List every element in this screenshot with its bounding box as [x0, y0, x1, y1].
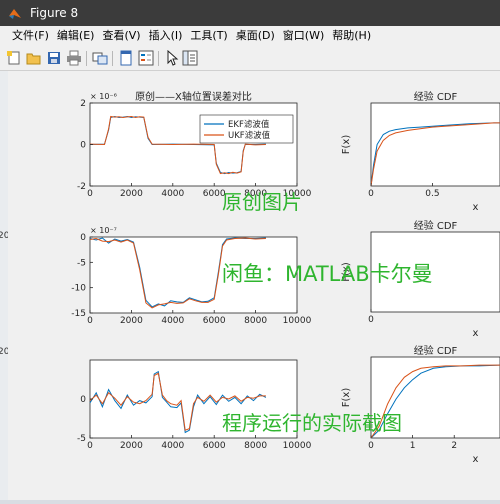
- cdf-plot-2-xtick-label: 0: [368, 315, 374, 325]
- z-error-plot-xtick-label: 4000: [161, 441, 184, 451]
- menu-desktop[interactable]: 桌面(D): [232, 26, 279, 46]
- toolbar-separator: [112, 51, 113, 66]
- x-error-plot-xtick-label: 0: [87, 189, 93, 199]
- dock-icon[interactable]: [118, 50, 134, 66]
- cdf-plot-1-xtick-label: 0.5: [425, 189, 439, 199]
- cdf-plot-1-xlabel: x: [473, 202, 479, 213]
- z-error-plot-xtick-label: 8000: [244, 441, 267, 451]
- title-bar[interactable]: Figure 8: [0, 0, 500, 26]
- x-error-plot-ytick-label: -2: [77, 182, 86, 192]
- cdf-plot-3-xlabel: x: [473, 454, 479, 465]
- y-error-plot-xtick-label: 4000: [161, 316, 184, 326]
- cdf-plot-3-xtick-label: 1: [410, 441, 416, 451]
- cdf-plot-1-ylabel: F(x): [341, 135, 352, 155]
- cdf-plot-2-title: 经验 CDF: [414, 219, 458, 232]
- y-error-plot-ytick-label: -10: [71, 284, 86, 294]
- x-error-plot-exponent-label: × 10⁻⁶: [90, 92, 117, 101]
- property-editor-icon[interactable]: [182, 50, 198, 66]
- y-error-plot-ytick-label: -15: [71, 309, 86, 319]
- y-error-plot-xtick-label: 0: [87, 316, 93, 326]
- watermark-xianyu: 闲鱼：MATLAB卡尔曼: [222, 262, 433, 286]
- z-error-plot-xtick-label: 2000: [120, 441, 143, 451]
- y-error-plot-xtick-label: 8000: [244, 316, 267, 326]
- watermark-screenshot: 程序运行的实际截图: [222, 411, 402, 435]
- toolbar-separator: [86, 51, 87, 66]
- x-error-plot-xtick-label: 4000: [161, 189, 184, 199]
- pointer-icon[interactable]: [164, 50, 180, 66]
- x-error-plot-legend-label: EKF滤波值: [228, 119, 270, 130]
- y-error-plot-xtick-label: 6000: [203, 316, 226, 326]
- window-title: Figure 8: [30, 6, 79, 20]
- z-error-plot-xtick-label: 10000: [283, 441, 312, 451]
- menu-view[interactable]: 查看(V): [98, 26, 144, 46]
- watermark-original: 原创图片: [222, 190, 302, 214]
- menu-tools[interactable]: 工具(T): [186, 26, 231, 46]
- x-error-plot-ytick-label: 2: [80, 99, 86, 109]
- z-error-plot-xtick-label: 0: [87, 441, 93, 451]
- z-error-plot-xtick-label: 6000: [203, 441, 226, 451]
- cdf-plot-3-ylabel: F(x): [341, 388, 352, 408]
- y-error-plot-exponent-label: × 10⁻⁷: [90, 226, 117, 235]
- z-error-plot-ytick-label: 0: [80, 395, 86, 405]
- menu-insert[interactable]: 插入(I): [145, 26, 187, 46]
- new-figure-icon[interactable]: [6, 50, 22, 66]
- print-icon[interactable]: [66, 50, 82, 66]
- cdf-plot-3-xtick-label: 2: [451, 441, 457, 451]
- cdf-plot-1-axes: [370, 102, 500, 187]
- y-error-plot-xtick-label: 2000: [120, 316, 143, 326]
- x-error-plot-legend-label: UKF滤波值: [228, 130, 271, 141]
- y-error-plot-ytick-label: -5: [77, 258, 86, 268]
- cdf-plot-1-title: 经验 CDF: [414, 90, 458, 103]
- z-error-plot-ytick-label: -5: [77, 434, 86, 444]
- menu-help[interactable]: 帮助(H): [328, 26, 375, 46]
- legend-icon[interactable]: [138, 50, 154, 66]
- cdf-plot-2-xlabel: x: [473, 328, 479, 339]
- toolbar-separator: [158, 51, 159, 66]
- y-error-plot-ytick-label: 0: [80, 233, 86, 243]
- cdf-plot-1-xtick-label: 0: [368, 189, 374, 199]
- x-error-plot-title: 原创——X轴位置误差对比: [135, 90, 252, 103]
- x-error-plot-xtick-label: 2000: [120, 189, 143, 199]
- x-error-plot-ytick-label: 0: [80, 141, 86, 151]
- cdf-plot-3-xtick-label: 0: [368, 441, 374, 451]
- y-error-plot-xtick-label: 10000: [283, 316, 312, 326]
- cdf-plot-3-title: 经验 CDF: [414, 344, 458, 357]
- open-folder-icon[interactable]: [26, 50, 42, 66]
- save-icon[interactable]: [46, 50, 62, 66]
- matlab-figure-window: Figure 8 文件(F) 编辑(E) 查看(V) 插入(I) 工具(T) 桌面(D) 窗…: [0, 0, 500, 500]
- menu-file[interactable]: 文件(F): [8, 26, 53, 46]
- menu-window[interactable]: 窗口(W): [279, 26, 328, 46]
- link-plot-icon[interactable]: [92, 50, 108, 66]
- matlab-logo-icon: [9, 9, 21, 19]
- menu-bar: 文件(F) 编辑(E) 查看(V) 插入(I) 工具(T) 桌面(D) 窗口(W) 帮助(H): [0, 26, 500, 46]
- figure-toolbar: [0, 46, 500, 71]
- menu-edit[interactable]: 编辑(E): [53, 26, 99, 46]
